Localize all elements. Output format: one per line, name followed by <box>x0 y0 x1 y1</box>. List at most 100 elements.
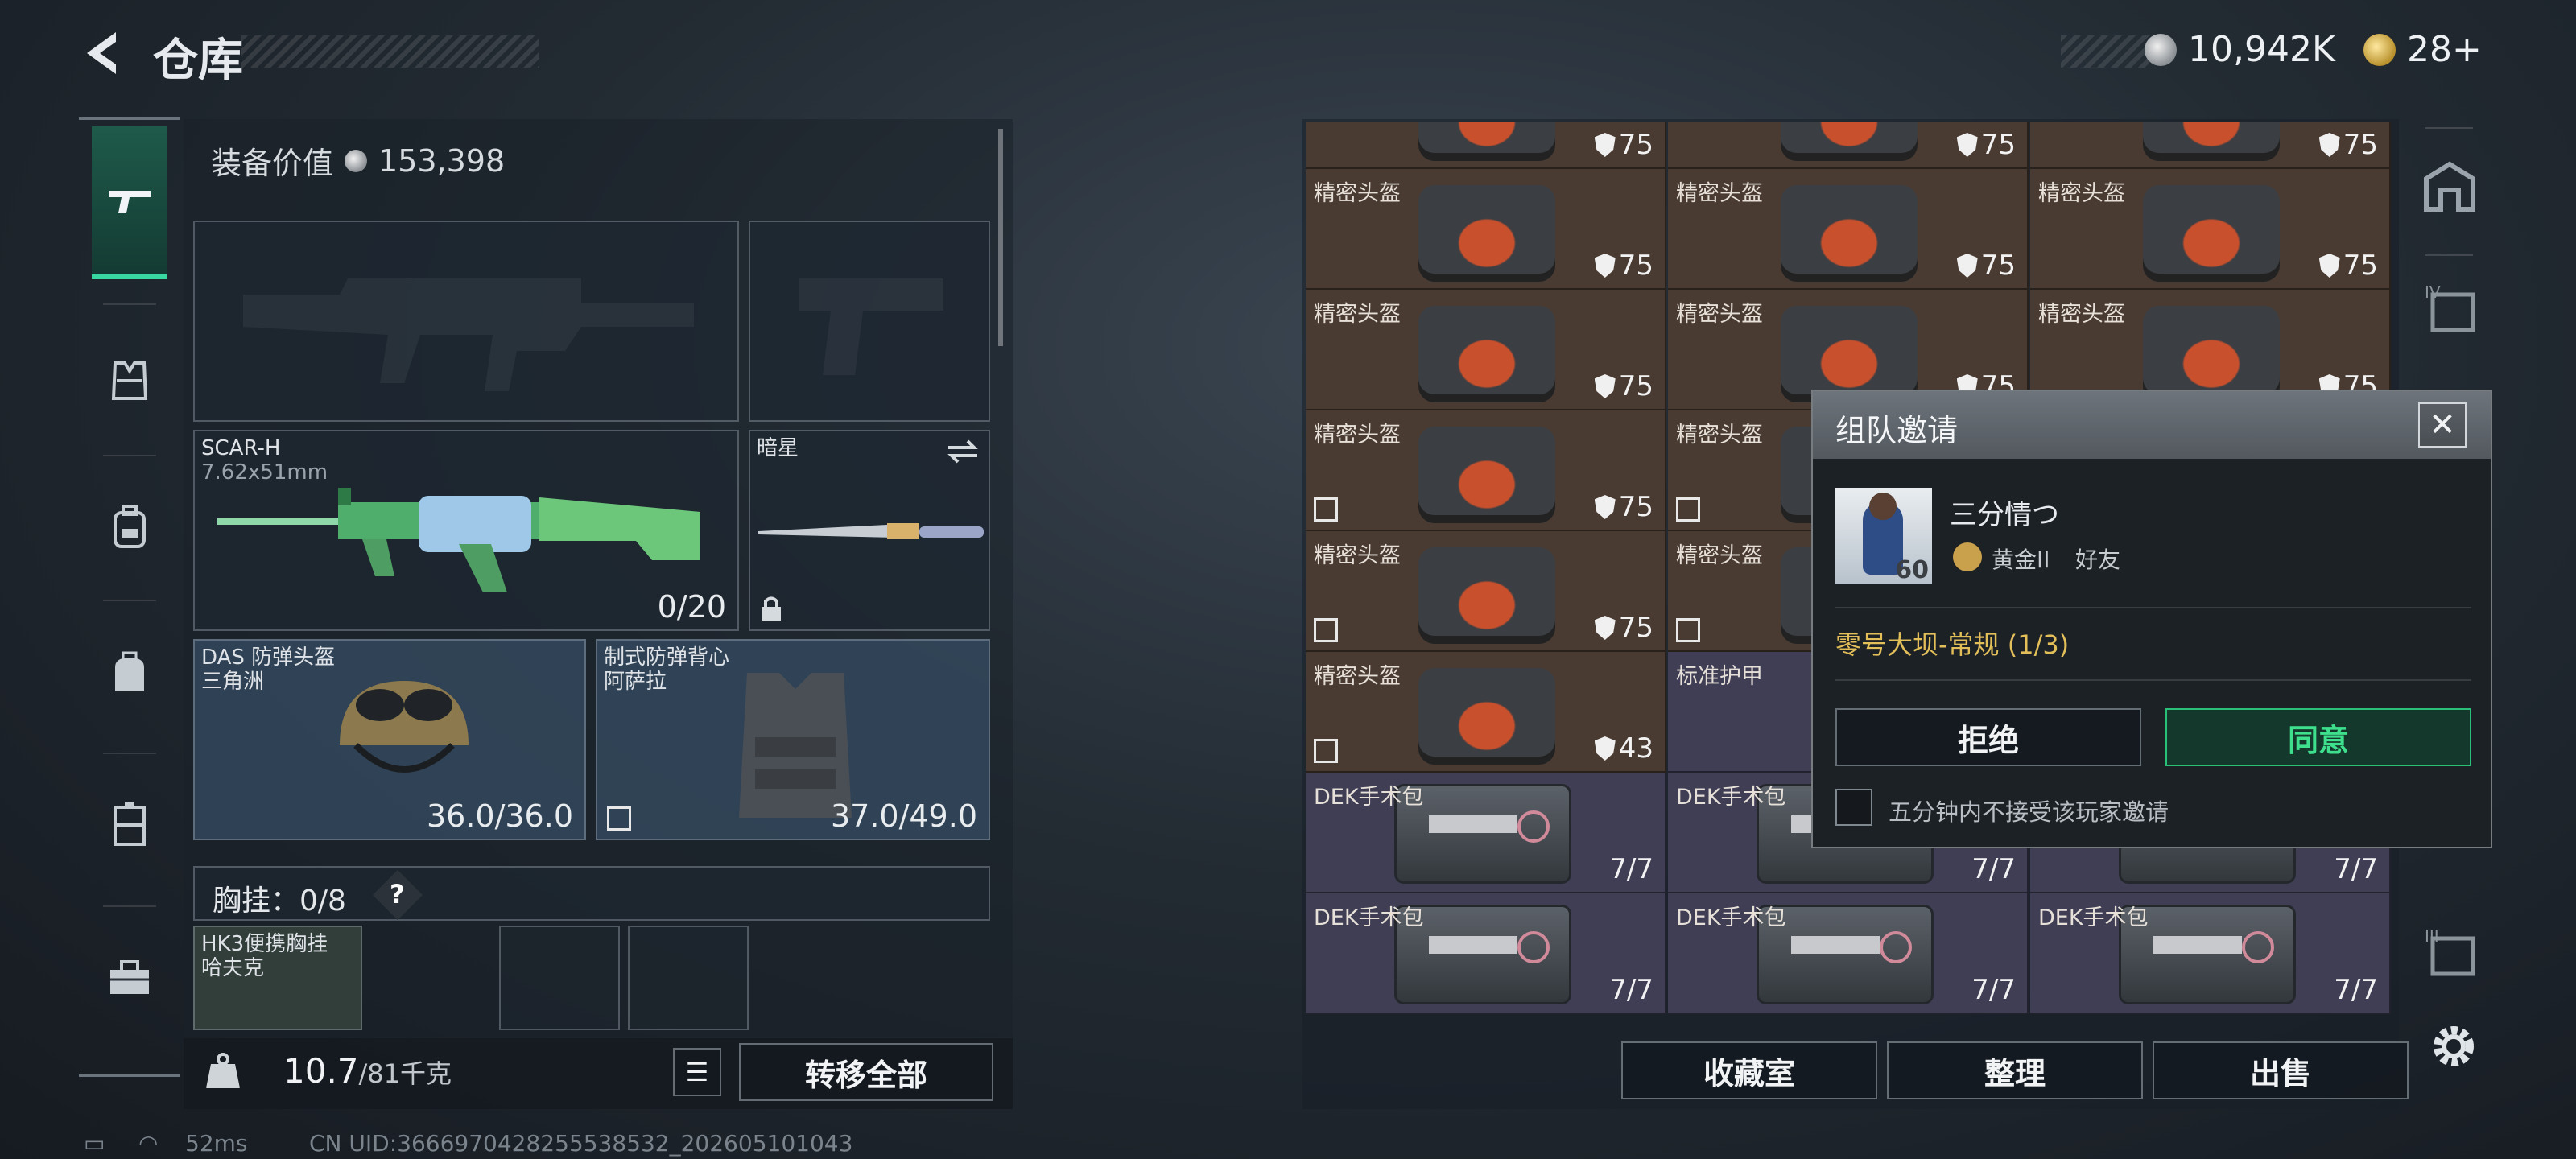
inventory-cell[interactable]: 75 <box>2030 122 2391 169</box>
accept-button[interactable]: 同意 <box>2165 708 2471 766</box>
item-value: 7/7 <box>2334 974 2378 1006</box>
chest-rig-slot-empty[interactable] <box>499 926 620 1030</box>
tab-vest[interactable] <box>92 324 167 437</box>
armor-name: 制式防弹背心 <box>604 645 730 670</box>
item-value-text: 75 <box>1980 250 2016 282</box>
battery-icon: ▭ <box>84 1130 105 1157</box>
tab-bag[interactable] <box>92 616 167 728</box>
inventory-cell[interactable]: 精密头盔 75 <box>1306 531 1666 652</box>
item-value: 7/7 <box>1971 974 2016 1006</box>
inventory-cell[interactable]: 精密头盔 43 <box>1306 652 1666 773</box>
chest-rig-slot-empty[interactable] <box>628 926 749 1030</box>
ping-readout: 52ms <box>185 1130 248 1157</box>
back-arrow-icon[interactable] <box>80 29 129 77</box>
silver-amount: 10,942K <box>2188 29 2335 70</box>
scissors-icon <box>1517 810 1550 843</box>
helmet-bag-image <box>1781 185 1918 282</box>
item-value: 75 <box>1594 129 1653 161</box>
sort-button[interactable]: 整理 <box>1887 1041 2143 1099</box>
slot-primary-weapon[interactable]: SCAR-H 7.62x51mm 0/20 <box>193 430 739 631</box>
item-name: DEK手术包 <box>1676 905 1786 930</box>
gold-currency[interactable]: 28+ <box>2363 29 2482 70</box>
team-invite-dialog: 组队邀请 ✕ 60 三分情つ 黄金II 好友 零号大坝-常规 (1/3) 拒绝 … <box>1811 390 2492 848</box>
shield-icon <box>1594 616 1616 640</box>
slot-pistol-empty[interactable] <box>749 221 990 422</box>
avatar[interactable]: 60 <box>1835 488 1932 584</box>
inventory-cell[interactable]: 精密头盔 75 <box>1306 410 1666 531</box>
equipment-scrollbar[interactable] <box>998 129 1003 346</box>
item-value: 43 <box>1594 732 1653 765</box>
silver-currency[interactable]: 10,942K <box>2145 29 2335 70</box>
sell-button[interactable]: 出售 <box>2153 1041 2409 1099</box>
shield-icon <box>1594 736 1616 761</box>
armor-durability: 37.0/49.0 <box>830 798 977 834</box>
shield-icon <box>1594 133 1616 157</box>
item-value-text: 75 <box>2343 129 2378 161</box>
tab-backpack[interactable] <box>92 471 167 584</box>
page-title: 仓库 <box>153 35 243 87</box>
slot-helmet[interactable]: DAS 防弹头盔 三角洲 36.0/36.0 <box>193 639 586 840</box>
scissors-icon <box>1880 931 1912 963</box>
item-value: 75 <box>1956 129 2016 161</box>
vest-icon <box>111 361 148 400</box>
rank-badge-icon <box>1953 542 1982 571</box>
storage-box-icon[interactable] <box>2421 158 2478 214</box>
wifi-icon: ◠ <box>138 1130 159 1157</box>
shield-icon <box>1594 374 1616 398</box>
slot-melee[interactable]: 暗星 <box>749 430 990 631</box>
tab-weapons[interactable] <box>92 126 167 279</box>
inventory-cell[interactable]: DEK手术包 7/7 <box>1668 893 2029 1014</box>
inventory-cell[interactable]: 精密头盔 75 <box>1306 290 1666 410</box>
slot-armor[interactable]: 制式防弹背心 阿萨拉 37.0/49.0 <box>596 639 990 840</box>
silver-coin-icon <box>2145 33 2177 66</box>
helmet-bag-image <box>1418 668 1555 765</box>
item-name: DEK手术包 <box>2038 905 2149 930</box>
item-value: 75 <box>2318 250 2378 282</box>
helmet-bag-image <box>1418 306 1555 402</box>
tab-toolbox[interactable] <box>92 922 167 1034</box>
shield-icon <box>2318 254 2340 278</box>
inventory-cell[interactable]: 精密头盔 75 <box>2030 169 2391 290</box>
item-name: 精密头盔 <box>2038 302 2125 327</box>
item-value: 75 <box>2318 129 2378 161</box>
item-value: 7/7 <box>1609 853 1653 885</box>
item-name: 精密头盔 <box>1676 543 1763 568</box>
slot-chest-rig[interactable]: HK3便携胸挂 哈夫克 <box>193 926 362 1030</box>
close-button[interactable]: ✕ <box>2418 402 2467 448</box>
inventory-cell[interactable]: DEK手术包 7/7 <box>2030 893 2391 1014</box>
swap-icon[interactable] <box>947 439 979 464</box>
helmet-bag-image <box>2143 306 2280 402</box>
inventory-cell[interactable]: DEK手术包 7/7 <box>1306 773 1666 893</box>
item-name: 精密头盔 <box>1676 181 1763 206</box>
inventory-cell[interactable]: DEK手术包 7/7 <box>1306 893 1666 1014</box>
item-value: 75 <box>1594 491 1653 523</box>
item-name: 精密头盔 <box>1314 181 1401 206</box>
item-name: DEK手术包 <box>1676 785 1786 810</box>
inventory-cell[interactable]: 75 <box>1668 122 2029 169</box>
shield-icon <box>1594 495 1616 519</box>
inventory-cell[interactable]: 75 <box>1306 122 1666 169</box>
inventory-cell[interactable]: 精密头盔 75 <box>1668 169 2029 290</box>
transfer-all-button[interactable]: 转移全部 <box>739 1043 993 1101</box>
item-value-text: 75 <box>2343 250 2378 282</box>
tab-case[interactable] <box>92 769 167 881</box>
dialog-header: 组队邀请 ✕ <box>1813 391 2491 459</box>
equipment-value-amount: 153,398 <box>378 142 506 179</box>
helmet-bag-image <box>2143 122 2280 161</box>
slot-primary-empty[interactable] <box>193 221 739 422</box>
no-insurance-icon <box>1676 618 1700 642</box>
item-value-text: 75 <box>1980 129 2016 161</box>
inventory-cell[interactable]: 精密头盔 75 <box>1306 169 1666 290</box>
storage-iii-icon[interactable]: III <box>2421 924 2478 980</box>
shield-icon <box>2318 133 2340 157</box>
list-view-button[interactable]: ☰ <box>673 1048 721 1096</box>
dialog-title: 组队邀请 <box>1835 413 1959 448</box>
backpack-icon <box>114 505 146 548</box>
item-name: 标准护甲 <box>1676 664 1763 689</box>
storage-iv-icon[interactable]: IV <box>2421 280 2478 336</box>
item-value-text: 43 <box>1618 732 1653 765</box>
settings-gear-icon[interactable] <box>2428 1021 2479 1072</box>
collection-room-button[interactable]: 收藏室 <box>1621 1041 1877 1099</box>
ignore-invites-checkbox[interactable] <box>1835 789 1872 826</box>
reject-button[interactable]: 拒绝 <box>1835 708 2141 766</box>
